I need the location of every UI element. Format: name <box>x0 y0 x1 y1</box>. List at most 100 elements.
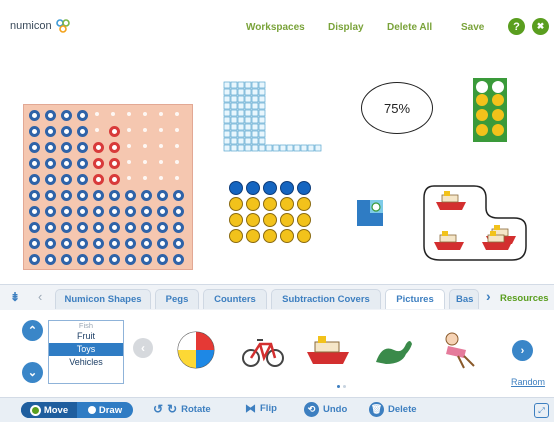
bicycle-picture[interactable] <box>242 334 284 368</box>
tray-next-button[interactable]: › <box>512 340 533 361</box>
peg-hole <box>45 190 56 201</box>
peg-hole <box>93 142 104 153</box>
category-item-fish[interactable]: Fish <box>49 321 123 330</box>
peg-hole <box>61 190 72 201</box>
chevron-left-icon[interactable]: ‹ <box>38 289 42 304</box>
peg-hole <box>175 128 179 132</box>
menu-save[interactable]: Save <box>461 22 484 33</box>
boat-picture[interactable] <box>305 334 351 366</box>
unit-cube <box>258 144 266 152</box>
menu-workspaces[interactable]: Workspaces <box>246 22 305 33</box>
unit-cube <box>237 123 245 131</box>
category-item-fruit[interactable]: Fruit <box>49 330 123 343</box>
percent-bubble[interactable]: 75% <box>361 82 433 134</box>
tab-partial[interactable]: Bas <box>449 289 479 309</box>
draw-mode-button[interactable]: Draw <box>77 402 133 418</box>
boat-icon <box>436 191 466 210</box>
counter <box>229 213 243 227</box>
menu-display[interactable]: Display <box>328 22 364 33</box>
radio-selected-icon <box>29 404 41 416</box>
draw-label: Draw <box>98 404 123 416</box>
tab-numicon-shapes[interactable]: Numicon Shapes <box>55 289 151 309</box>
rotate-button[interactable]: ↺ ↻ Rotate <box>153 402 211 416</box>
peg-hole <box>77 126 88 137</box>
unit-cube <box>230 137 238 145</box>
boats-group[interactable] <box>420 180 532 264</box>
numicon-shape-eight[interactable] <box>473 78 507 142</box>
unit-cube <box>237 81 245 89</box>
unit-cube <box>258 88 266 96</box>
flip-button[interactable]: ⧓ Flip <box>245 402 277 415</box>
peg-hole <box>157 238 168 249</box>
peg-hole <box>77 158 88 169</box>
counters-group[interactable] <box>228 180 320 248</box>
help-icon: ? <box>513 20 520 33</box>
scroll-down-icon[interactable]: ⇟ <box>10 290 20 304</box>
tab-subtraction-covers[interactable]: Subtraction Covers <box>271 289 381 309</box>
peg-hole <box>157 206 168 217</box>
category-item-vehicles[interactable]: Vehicles <box>49 356 123 369</box>
move-mode-button[interactable]: Move <box>21 402 77 418</box>
unit-cube <box>244 137 252 145</box>
tray-prev-button[interactable]: ‹ <box>133 338 153 358</box>
subtraction-cover-piece[interactable] <box>357 200 383 226</box>
unit-cube <box>279 144 287 152</box>
hundred-blocks[interactable] <box>222 80 342 160</box>
unit-cube <box>251 102 259 110</box>
unit-cube <box>244 88 252 96</box>
tab-counters[interactable]: Counters <box>203 289 267 309</box>
unit-cube <box>244 144 252 152</box>
tab-pegs[interactable]: Pegs <box>155 289 199 309</box>
chevron-right-icon[interactable]: › <box>486 288 491 304</box>
unit-cube <box>251 144 259 152</box>
beach-ball-picture[interactable] <box>176 330 216 370</box>
mode-toggle[interactable]: Move Draw <box>21 402 133 418</box>
dinosaur-picture[interactable] <box>372 336 414 366</box>
random-link[interactable]: Random <box>511 377 545 387</box>
category-item-toys[interactable]: Toys <box>49 343 123 356</box>
menu-delete-all[interactable]: Delete All <box>387 22 432 33</box>
delete-button[interactable]: 🗑 Delete <box>369 402 417 417</box>
doll-picture[interactable] <box>438 330 478 370</box>
peg-hole <box>29 158 40 169</box>
unit-cube <box>230 123 238 131</box>
rotate-left-icon: ↺ <box>153 402 164 416</box>
category-up-button[interactable]: ⌃ <box>22 320 43 341</box>
unit-cube <box>237 130 245 138</box>
peg-hole <box>77 174 88 185</box>
unit-cube <box>244 95 252 103</box>
peg-hole <box>143 144 147 148</box>
hundred-board[interactable] <box>23 104 193 270</box>
peg-hole <box>109 222 120 233</box>
peg-hole <box>29 142 40 153</box>
help-button[interactable]: ? <box>508 18 525 35</box>
fullscreen-icon[interactable]: ⤢ <box>534 403 549 418</box>
peg-hole <box>159 112 163 116</box>
category-list[interactable]: Fish Fruit Toys Vehicles <box>48 320 124 384</box>
peg-hole <box>45 206 56 217</box>
peg-hole <box>45 238 56 249</box>
close-button[interactable]: ✖ <box>532 18 549 35</box>
unit-cube <box>230 130 238 138</box>
undo-button[interactable]: ⟲ Undo <box>304 402 347 417</box>
radio-icon <box>87 406 96 414</box>
tab-bar: ⇟ ‹ Numicon Shapes Pegs Counters Subtrac… <box>0 284 554 311</box>
resources-link[interactable]: Resources <box>500 293 549 304</box>
percent-text: 75% <box>383 100 411 116</box>
counter <box>280 229 294 243</box>
peg-hole <box>45 126 56 137</box>
tab-pictures[interactable]: Pictures <box>385 289 445 309</box>
peg-hole <box>157 222 168 233</box>
delete-label: Delete <box>388 404 417 415</box>
counter <box>229 229 243 243</box>
unit-cube <box>251 123 259 131</box>
peg-hole <box>159 144 163 148</box>
unit-cube <box>223 102 231 110</box>
boat-icon <box>434 231 464 250</box>
peg-hole <box>29 238 40 249</box>
peg-hole <box>159 176 163 180</box>
undo-icon: ⟲ <box>304 402 319 417</box>
category-down-button[interactable]: ⌄ <box>22 362 43 383</box>
bottom-toolbar: Move Draw ↺ ↻ Rotate ⧓ Flip ⟲ Undo 🗑 Del… <box>0 397 554 422</box>
unit-cube <box>272 144 280 152</box>
